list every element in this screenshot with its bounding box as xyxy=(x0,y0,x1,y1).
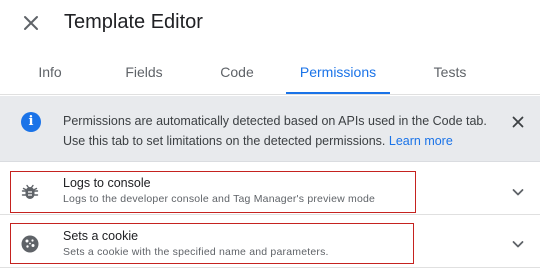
permission-description: Sets a cookie with the specified name an… xyxy=(63,246,329,258)
info-line-1: Permissions are automatically detected b… xyxy=(63,114,487,128)
header: Template Editor xyxy=(0,0,540,46)
bug-icon xyxy=(21,184,39,199)
tab-tests[interactable]: Tests xyxy=(412,49,488,95)
tab-permissions[interactable]: Permissions xyxy=(286,49,390,95)
tab-info[interactable]: Info xyxy=(12,49,88,95)
learn-more-link[interactable]: Learn more xyxy=(389,134,453,148)
info-line-2: Use this tab to set limitations on the d… xyxy=(63,131,503,151)
chevron-down-icon[interactable] xyxy=(510,236,526,252)
info-icon: i xyxy=(21,112,41,132)
chevron-down-icon[interactable] xyxy=(510,184,526,200)
cookie-icon xyxy=(21,235,39,253)
active-tab-indicator xyxy=(286,92,390,94)
dismiss-banner-icon[interactable] xyxy=(510,114,526,130)
info-line-2-text: Use this tab to set limitations on the d… xyxy=(63,134,386,148)
page-title: Template Editor xyxy=(64,11,203,33)
permission-title: Logs to console xyxy=(63,176,151,190)
permission-description: Logs to the developer console and Tag Ma… xyxy=(63,193,376,205)
tab-code[interactable]: Code xyxy=(199,49,275,95)
permission-title: Sets a cookie xyxy=(63,229,139,243)
info-message: Permissions are automatically detected b… xyxy=(63,111,503,151)
tab-fields[interactable]: Fields xyxy=(106,49,182,95)
close-icon[interactable] xyxy=(20,12,42,34)
tab-bar: Info Fields Code Permissions Tests xyxy=(0,49,540,95)
